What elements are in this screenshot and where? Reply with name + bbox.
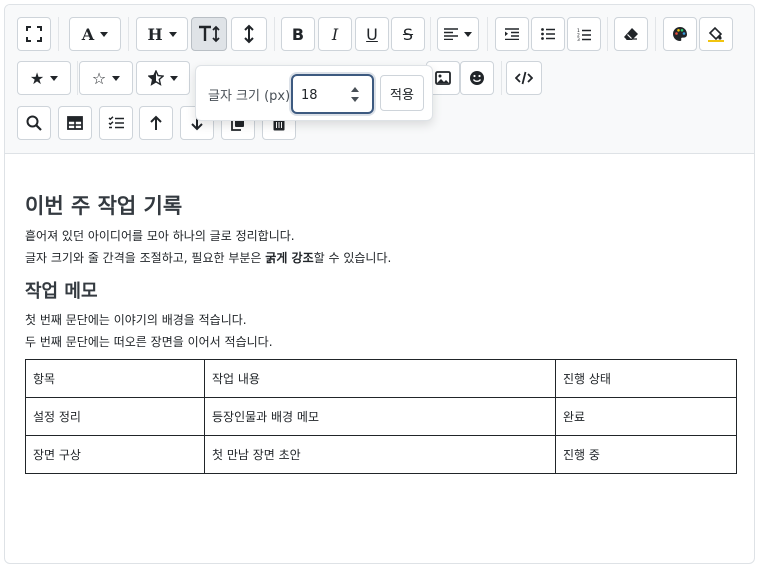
editor-content[interactable]: 이번 주 작업 기록 흩어져 있던 아이디어를 모아 하나의 글로 정리합니다.… <box>25 193 737 474</box>
table-row: 장면 구상 첫 만남 장면 초안 진행 중 <box>25 435 737 474</box>
text-height-icon <box>198 25 220 43</box>
star-half-icon <box>148 70 164 86</box>
table-header-cell[interactable]: 작업 내용 <box>204 359 556 398</box>
table-header-row: 항목 작업 내용 진행 상태 <box>25 359 737 398</box>
font-size-input[interactable] <box>301 85 345 105</box>
table-cell[interactable]: 진행 중 <box>555 435 737 474</box>
document-title: 이번 주 작업 기록 <box>25 194 183 218</box>
table-cell[interactable]: 설정 정리 <box>25 397 205 436</box>
clear-format-button[interactable] <box>614 17 648 51</box>
table-cell[interactable]: 장면 구상 <box>25 435 205 474</box>
style-button-2[interactable]: ☆ <box>79 61 133 95</box>
table-button[interactable] <box>58 106 92 140</box>
strikethrough-button[interactable]: S <box>391 17 425 51</box>
move-up-button[interactable] <box>139 106 173 140</box>
font-family-button[interactable]: A <box>69 17 121 51</box>
chevron-down-icon <box>50 75 59 81</box>
chevron-down-icon <box>168 31 177 37</box>
intro-paragraph-1: 흩어져 있던 아이디어를 모아 하나의 글로 정리합니다. <box>25 229 295 243</box>
table-header-cell[interactable]: 진행 상태 <box>555 359 737 398</box>
table-cell[interactable]: 등장인물과 배경 메모 <box>204 397 556 436</box>
italic-button[interactable]: I <box>318 17 352 51</box>
font-size-stepper[interactable] <box>350 85 360 105</box>
indent-button[interactable] <box>495 17 529 51</box>
checklist-button[interactable] <box>99 106 133 140</box>
search-icon <box>26 115 42 131</box>
table-header-cell[interactable]: 항목 <box>25 359 205 398</box>
bold-button[interactable]: B <box>281 17 315 51</box>
fullscreen-icon <box>26 26 42 42</box>
table-row: 설정 정리 등장인물과 배경 메모 완료 <box>25 397 737 436</box>
image-icon <box>435 71 451 85</box>
text-color-button[interactable] <box>663 17 697 51</box>
checklist-icon <box>108 116 124 130</box>
heading-button[interactable]: H <box>136 17 188 51</box>
align-button[interactable] <box>437 17 479 51</box>
section-title: 작업 메모 <box>25 281 98 302</box>
line-height-button[interactable] <box>231 17 267 51</box>
font-icon: A <box>81 24 95 44</box>
underline-button[interactable]: U <box>355 17 389 51</box>
emoji-button[interactable] <box>460 61 494 95</box>
svg-text:3: 3 <box>577 37 580 41</box>
palette-icon <box>672 26 688 42</box>
eraser-icon <box>623 27 639 41</box>
intro-text-before: 글자 크기와 줄 간격을 조절하고, 필요한 부분은 <box>25 251 266 265</box>
star-outline-icon: ☆ <box>91 68 107 88</box>
style-button-1[interactable]: ★ <box>17 61 71 95</box>
intro-paragraph-2: 글자 크기와 줄 간격을 조절하고, 필요한 부분은 굵게 강조할 수 있습니다… <box>25 247 737 269</box>
bullet-list-icon <box>541 28 555 40</box>
increment-icon[interactable] <box>351 87 359 92</box>
bullet-list-button[interactable] <box>531 17 565 51</box>
chevron-down-icon <box>100 31 109 37</box>
highlight-color-button[interactable] <box>699 17 733 51</box>
decrement-icon[interactable] <box>351 97 359 102</box>
numbered-list-icon: 123 <box>577 28 591 41</box>
font-size-button[interactable] <box>191 17 227 51</box>
strikethrough-icon: S <box>402 24 414 44</box>
table-cell[interactable]: 첫 만남 장면 초안 <box>204 435 556 474</box>
style-button-3[interactable] <box>136 61 190 95</box>
font-size-label: 글자 크기 (px) <box>208 89 291 104</box>
indent-icon <box>505 28 519 40</box>
bold-icon: B <box>291 24 305 44</box>
italic-icon: I <box>331 24 339 44</box>
code-view-button[interactable] <box>506 61 542 95</box>
fullscreen-button[interactable] <box>17 17 51 51</box>
intro-text-after: 할 수 있습니다. <box>313 251 392 265</box>
chevron-down-icon <box>170 75 178 81</box>
star-icon: ★ <box>29 68 45 88</box>
underline-icon: U <box>366 24 378 44</box>
bold-text: 굵게 강조 <box>265 251 314 265</box>
arrow-up-icon <box>149 115 163 131</box>
task-table: 항목 작업 내용 진행 상태 설정 정리 등장인물과 배경 메모 완료 장면 구… <box>25 359 737 474</box>
apply-button[interactable]: 적용 <box>380 75 424 111</box>
memo-paragraph-1: 첫 번째 문단에는 이야기의 배경을 적습니다. <box>25 313 247 327</box>
paint-bucket-icon <box>707 26 725 42</box>
font-size-popover: 글자 크기 (px) 적용 <box>195 65 433 121</box>
toolbar: A H B I U S 1 2 3 ★ ☆ 글자 크기 (px) 18 적용 <box>5 5 754 154</box>
table-icon <box>67 116 83 130</box>
font-size-field[interactable] <box>291 74 374 114</box>
heading-icon: H <box>147 24 163 44</box>
table-cell[interactable]: 완료 <box>555 397 737 436</box>
chevron-down-icon <box>112 75 121 81</box>
arrows-vertical-icon <box>243 24 255 44</box>
rich-text-editor: A H B I U S 1 2 3 ★ ☆ 글자 크기 (px) 18 적용 이… <box>4 4 755 564</box>
memo-paragraph-2: 두 번째 문단에는 떠오른 장면을 이어서 적습니다. <box>25 335 273 349</box>
smile-icon <box>469 70 485 86</box>
chevron-down-icon <box>464 31 472 37</box>
search-button[interactable] <box>17 106 51 140</box>
numbered-list-button[interactable]: 123 <box>567 17 601 51</box>
code-icon <box>515 71 533 85</box>
align-left-icon <box>444 28 458 40</box>
